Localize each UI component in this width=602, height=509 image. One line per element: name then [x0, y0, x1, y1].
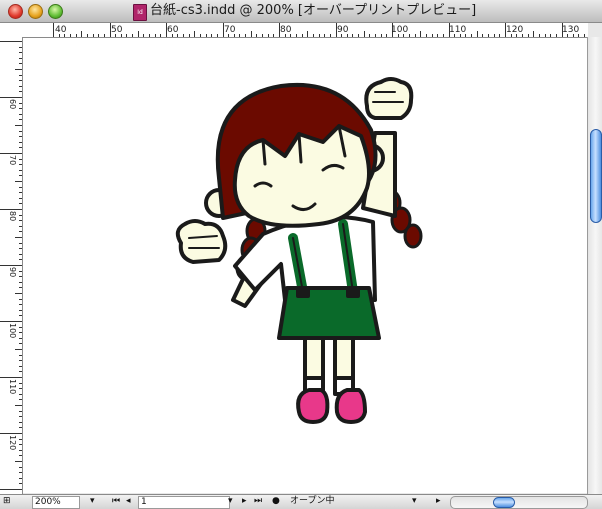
- open-status-text: オープン中: [290, 496, 335, 506]
- vertical-ruler-ticks: 60 70 80 90 100 110 120: [0, 41, 22, 490]
- ruler-h-label: 80: [280, 25, 292, 35]
- horizontal-scrollbar[interactable]: [450, 496, 588, 509]
- title-bar[interactable]: Id 台紙-cs3.indd @ 200% [オーバープリントプレビュー]: [0, 0, 602, 23]
- ruler-origin[interactable]: [0, 23, 23, 38]
- page-number-field[interactable]: 1: [138, 496, 230, 509]
- ruler-h-label: 110: [449, 25, 466, 35]
- close-button[interactable]: [8, 4, 23, 19]
- status-menu-icon[interactable]: ▾: [412, 496, 417, 507]
- document-window: Id 台紙-cs3.indd @ 200% [オーバープリントプレビュー] 40…: [0, 0, 602, 509]
- indesign-document-icon: Id: [133, 4, 147, 21]
- open-in-bridge-icon[interactable]: ▸: [436, 496, 441, 507]
- last-page-icon[interactable]: ⏭: [254, 496, 262, 507]
- ruler-v-label: 90: [8, 267, 17, 277]
- horizontal-ruler-ticks: 40 50 60 70 80 90 100 110 120 130: [53, 23, 585, 37]
- minimize-button[interactable]: [28, 4, 43, 19]
- previous-page-icon[interactable]: ◂: [126, 496, 131, 507]
- ruler-v-label: 70: [8, 155, 17, 165]
- vertical-scrollbar[interactable]: [587, 37, 602, 494]
- window-split-icon[interactable]: ⊞: [3, 496, 11, 507]
- horizontal-ruler[interactable]: 40 50 60 70 80 90 100 110 120 130: [22, 23, 588, 38]
- ruler-v-label: 80: [8, 211, 17, 221]
- ruler-h-label: 50: [111, 25, 123, 35]
- head: [204, 83, 385, 228]
- zoom-level-field[interactable]: 200%: [32, 496, 80, 509]
- next-page-icon[interactable]: ▸: [242, 496, 247, 507]
- ruler-h-label: 130: [562, 25, 579, 35]
- ruler-h-label: 60: [167, 25, 179, 35]
- ruler-v-label: 110: [8, 379, 17, 394]
- zoom-dropdown-icon[interactable]: ▾: [90, 496, 95, 507]
- page-dropdown-icon[interactable]: ▾: [228, 496, 233, 507]
- ruler-h-label: 70: [224, 25, 236, 35]
- document-canvas[interactable]: [23, 38, 587, 493]
- ruler-h-label: 90: [337, 25, 349, 35]
- status-indicator-icon: ●: [272, 496, 280, 506]
- ruler-v-label: 120: [8, 435, 17, 450]
- ruler-h-label: 40: [55, 25, 67, 35]
- shoes: [296, 376, 367, 424]
- window-title: 台紙-cs3.indd @ 200% [オーバープリントプレビュー]: [150, 3, 477, 18]
- ruler-h-label: 100: [391, 25, 408, 35]
- first-page-icon[interactable]: ⏮: [112, 496, 120, 507]
- zoom-button[interactable]: [48, 4, 63, 19]
- status-bar: ⊞ 200% ▾ ⏮ ◂ 1 ▾ ▸ ⏭ ● オープン中 ▾ ▸: [0, 494, 602, 509]
- vertical-ruler[interactable]: 60 70 80 90 100 110 120: [0, 37, 23, 494]
- horizontal-scroll-thumb[interactable]: [493, 497, 515, 508]
- ruler-v-label: 60: [8, 99, 17, 109]
- ruler-v-label: 100: [8, 323, 17, 338]
- vertical-scroll-thumb[interactable]: [590, 129, 602, 223]
- ruler-h-label: 120: [506, 25, 523, 35]
- girl-illustration[interactable]: [23, 38, 587, 493]
